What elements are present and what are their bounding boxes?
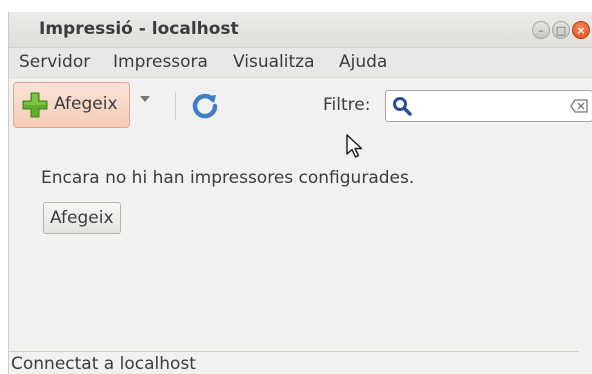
menu-servidor[interactable]: Servidor bbox=[19, 52, 90, 72]
add-printer-tool-button[interactable]: Afegeix bbox=[13, 82, 130, 128]
maximize-button[interactable]: □ bbox=[552, 21, 570, 39]
add-printer-button[interactable]: Afegeix bbox=[43, 202, 121, 234]
mouse-cursor-icon bbox=[346, 134, 363, 158]
status-bar-text: Connectat a localhost bbox=[11, 354, 196, 374]
filter-field[interactable] bbox=[385, 90, 592, 122]
filter-label: Filtre: bbox=[323, 95, 371, 115]
filter-input[interactable] bbox=[416, 94, 556, 116]
menu-bar: Servidor Impressora Visualitza Ajuda bbox=[9, 48, 592, 78]
menu-visualitza[interactable]: Visualitza bbox=[233, 52, 314, 72]
chevron-down-icon[interactable] bbox=[140, 96, 150, 102]
menu-impressora[interactable]: Impressora bbox=[113, 52, 208, 72]
minimize-button[interactable]: – bbox=[532, 21, 550, 39]
refresh-icon[interactable] bbox=[190, 91, 220, 121]
add-printer-label: Afegeix bbox=[54, 94, 118, 114]
toolbar: Afegeix Filtre: bbox=[9, 78, 592, 134]
window-title: Impressió - localhost bbox=[39, 19, 239, 39]
title-bar[interactable]: Impressió - localhost – □ × bbox=[9, 12, 592, 48]
no-printers-message: Encara no hi han impressores configurade… bbox=[41, 168, 415, 188]
window-controls: – □ × bbox=[532, 21, 590, 39]
clear-text-icon[interactable] bbox=[570, 99, 588, 113]
toolbar-separator bbox=[175, 92, 176, 120]
search-icon bbox=[393, 97, 412, 116]
printers-window: Impressió - localhost – □ × Servidor Imp… bbox=[8, 12, 592, 374]
menu-ajuda[interactable]: Ajuda bbox=[339, 52, 387, 72]
status-separator bbox=[9, 351, 579, 352]
plus-icon bbox=[22, 92, 48, 118]
close-button[interactable]: × bbox=[572, 21, 590, 39]
